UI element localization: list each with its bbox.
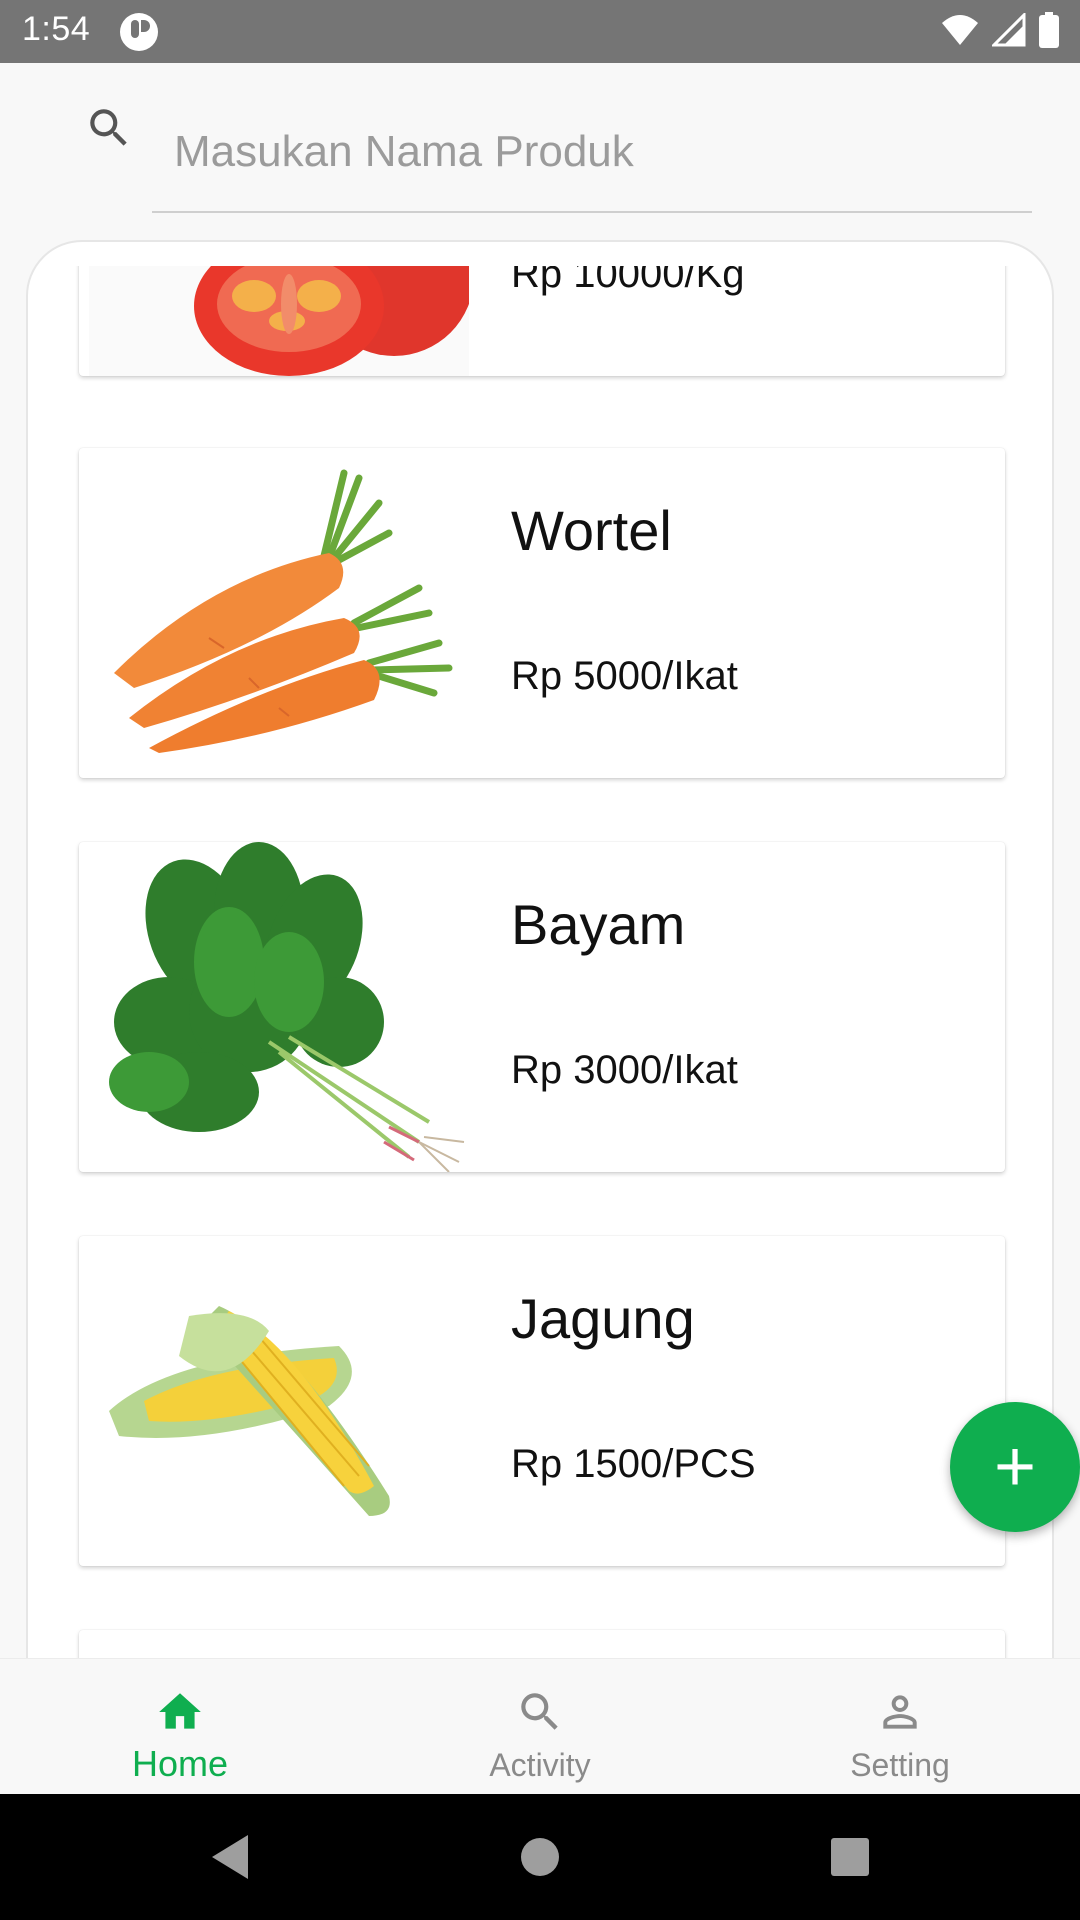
system-navigation-bar — [0, 1794, 1080, 1920]
product-image-spinach — [89, 842, 469, 1172]
notification-icon — [120, 13, 158, 51]
product-price: Rp 10000/Kg — [511, 266, 745, 296]
product-name: Bayam — [511, 893, 686, 956]
product-card-wortel[interactable]: Wortel Rp 5000/Ikat — [79, 448, 1005, 778]
product-name: Wortel — [511, 499, 672, 562]
battery-icon — [1039, 12, 1059, 48]
nav-item-setting[interactable]: Setting — [720, 1659, 1080, 1795]
nav-item-activity[interactable]: Activity — [360, 1659, 720, 1795]
search-input[interactable] — [152, 93, 1032, 213]
person-icon — [883, 1695, 917, 1729]
product-name: Jagung — [511, 1287, 695, 1350]
product-card-tomato[interactable]: Rp 10000/Kg — [79, 266, 1005, 376]
status-bar: 1:54 — [0, 0, 1080, 63]
product-card-bayam[interactable]: Bayam Rp 3000/Ikat — [79, 842, 1005, 1172]
search-icon — [521, 1693, 558, 1730]
nav-label-home: Home — [131, 1743, 229, 1784]
recents-icon — [831, 1838, 869, 1876]
product-price: Rp 5000/Ikat — [511, 654, 738, 698]
product-price: Rp 3000/Ikat — [511, 1048, 738, 1092]
bottom-navigation: Home Activity Setting — [0, 1658, 1080, 1794]
product-list-panel: Rp 10000/Kg Wortel Rp 5000/Ikat Bayam Rp… — [26, 240, 1054, 1660]
status-time: 1:54 — [22, 10, 91, 48]
recents-button[interactable] — [810, 1794, 890, 1920]
search-icon — [90, 109, 127, 146]
product-image-corn — [89, 1236, 469, 1566]
nav-item-home[interactable]: Home — [0, 1659, 360, 1795]
wifi-icon — [942, 15, 978, 45]
system-icons — [940, 12, 1060, 48]
product-price: Rp 1500/PCS — [511, 1442, 756, 1486]
add-product-button[interactable]: + — [950, 1402, 1080, 1532]
back-icon — [212, 1835, 248, 1879]
product-image-carrot — [89, 448, 469, 778]
product-card-jagung[interactable]: Jagung Rp 1500/PCS — [79, 1236, 1005, 1566]
home-circle-icon — [521, 1838, 559, 1876]
product-list[interactable]: Rp 10000/Kg Wortel Rp 5000/Ikat Bayam Rp… — [28, 266, 1052, 1658]
product-card-next[interactable] — [79, 1630, 1005, 1658]
product-image-tomato — [89, 266, 469, 376]
home-button[interactable] — [500, 1794, 580, 1920]
signal-icon — [992, 13, 1026, 47]
nav-label-activity: Activity — [489, 1747, 591, 1783]
home-icon — [159, 1693, 201, 1729]
back-button[interactable] — [190, 1794, 270, 1920]
nav-label-setting: Setting — [850, 1747, 950, 1783]
search-bar — [0, 63, 1080, 233]
